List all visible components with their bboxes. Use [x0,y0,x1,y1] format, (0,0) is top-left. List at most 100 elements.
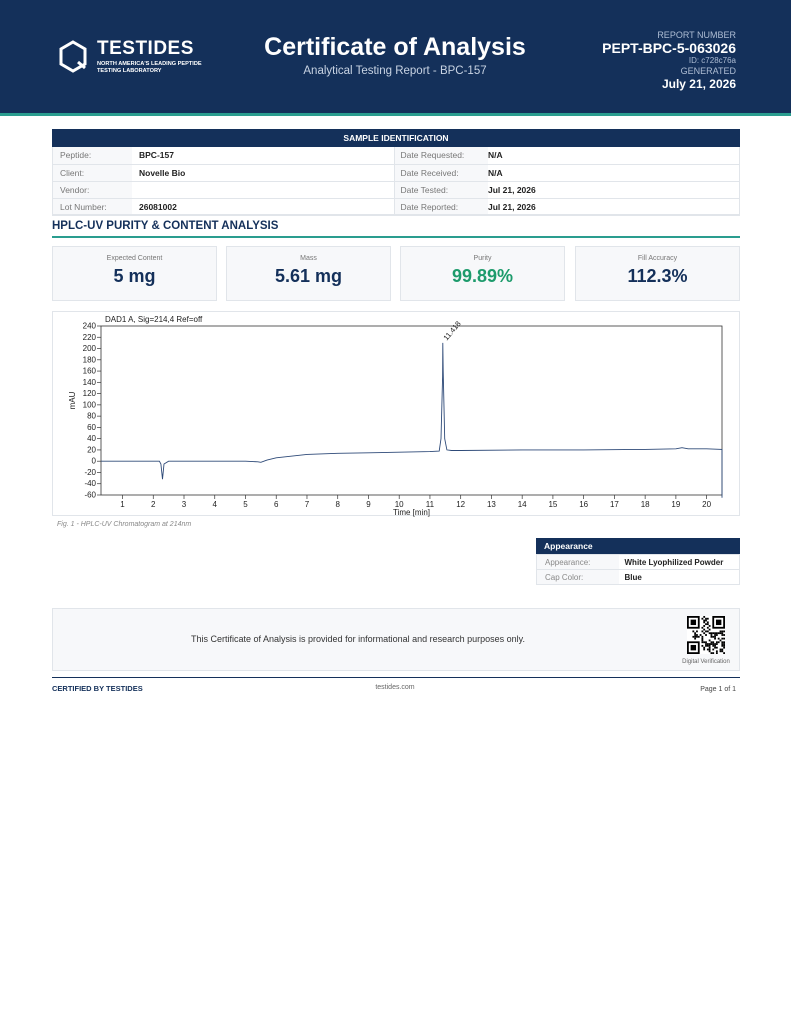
fill-accuracy-card: Fill Accuracy 112.3% [575,246,740,301]
y-tick-label: 0 [92,457,97,466]
y-axis-label: mAU [68,391,77,409]
y-tick-label: 140 [83,378,97,387]
x-tick-label: 7 [305,500,310,509]
card-label: Purity [473,255,492,262]
y-tick-label: 160 [83,367,97,376]
appearance-label: Appearance: [536,554,619,570]
date-requested-label: Date Requested: [394,147,488,165]
chromatogram-trace [101,342,723,498]
report-id: ID: c728c76a [688,56,736,65]
chromatogram-panel: 240 220 200 180 160 140 120 100 80 60 40 20 0 -20 -40-… [52,311,740,517]
hplc-section-title: HPLC-UV PURITY & CONTENT ANALYSIS [52,220,279,232]
expected-content-card: Expected Content 5 mg [52,246,217,301]
disclaimer-text: This Certificate of Analysis is provided… [191,634,525,644]
page-subtitle: Analytical Testing Report - BPC-157 [303,65,487,77]
x-tick-label: 14 [518,500,527,509]
x-tick-label: 18 [641,500,650,509]
disclaimer-box: This Certificate of Analysis is provided… [52,608,740,671]
y-tick-label: 40 [87,434,96,443]
x-tick-label: 8 [335,500,340,509]
card-value: 5.61 mg [274,266,343,286]
x-tick-label: 15 [548,500,557,509]
y-tick-label: 180 [83,355,97,364]
report-number-label: REPORT NUMBER [657,30,736,40]
y-tick-label: 80 [87,412,96,421]
purity-card: Purity 99.89% [400,246,565,301]
page-title: Certificate of Analysis [264,33,526,61]
chromatogram-chart: 240220200180160140120100806040200-20-40-… [68,315,723,517]
cap-color-label: Cap Color: [536,569,619,585]
generated-date: July 21, 2026 [661,77,736,91]
date-requested-value: N/A [488,147,740,165]
x-tick-label: 16 [579,500,588,509]
lot-number-label: Lot Number: [52,198,132,216]
sample-identification-table: Peptide: BPC-157 Date Requested: N/A Cli… [52,147,740,216]
x-tick-label: 12 [456,500,465,509]
client-value: Novelle Bio [132,164,395,182]
card-label: Expected Content [106,255,163,262]
x-tick-label: 20 [702,500,711,509]
table-row: Client: Novelle Bio Date Received: N/A [52,164,740,182]
hplc-section-rule [52,236,740,238]
table-row: Vendor: Date Tested: Jul 21, 2026 [52,181,740,199]
cap-color-value: Blue [618,569,740,585]
plot-frame [100,325,723,496]
chart-title: DAD1 A, Sig=214,4 Ref=off [105,315,203,324]
date-received-label: Date Received: [394,164,488,182]
appearance-table: Appearance: White Lyophilized Powder Cap… [536,554,740,585]
vendor-value [132,181,395,199]
peptide-label: Peptide: [52,147,132,165]
report-number: PEPT-BPC-5-063026 [602,40,736,56]
footer-website-link[interactable]: testides.com [350,684,440,691]
x-tick-label: 13 [487,500,496,509]
peak-label: 11.418 [441,319,462,342]
x-tick-label: 4 [213,500,218,509]
date-received-value: N/A [488,164,740,182]
date-tested-value: Jul 21, 2026 [488,181,740,199]
x-tick-label: 17 [610,500,619,509]
y-tick-label: 240 [83,322,97,331]
generated-label: GENERATED [680,66,736,76]
sample-identification-heading: SAMPLE IDENTIFICATION [52,129,740,147]
footer-certified: CERTIFIED BY TESTIDES [52,684,143,693]
x-tick-label: 9 [366,500,371,509]
qr-code-icon[interactable] [687,616,725,654]
y-tick-label: 100 [83,400,97,409]
lot-number-value: 26081002 [132,198,395,216]
y-tick-label: 60 [87,423,96,432]
y-tick-label: -20 [84,468,96,477]
card-value: 5 mg [113,266,156,286]
footer-page-number: Page 1 of 1 [700,686,736,693]
date-reported-label: Date Reported: [394,198,488,216]
y-tick-label: 220 [83,333,97,342]
x-tick-label: 3 [182,500,187,509]
appearance-heading: Appearance [536,538,740,554]
y-tick-label: 120 [83,389,97,398]
y-tick-label: 200 [83,344,97,353]
table-row: Peptide: BPC-157 Date Requested: N/A [52,147,740,165]
x-tick-label: 5 [243,500,248,509]
date-reported-value: Jul 21, 2026 [488,198,740,216]
table-row: Cap Color: Blue [536,569,740,585]
figure-caption: Fig. 1 - HPLC-UV Chromatogram at 214nm [57,521,192,528]
card-label: Fill Accuracy [637,255,678,262]
x-tick-label: 19 [671,500,680,509]
report-header: TESTIDES NORTH AMERICA'S LEADING PEPTIDE… [0,0,791,113]
footer-rule [52,677,740,678]
x-axis-label: Time [min] [393,508,430,517]
x-tick-label: 2 [151,500,156,509]
client-label: Client: [52,164,132,182]
date-tested-label: Date Tested: [394,181,488,199]
y-tick-label: -60 [84,491,96,500]
table-row: Lot Number: 26081002 Date Reported: Jul … [52,198,740,216]
mass-card: Mass 5.61 mg [226,246,391,301]
card-value: 112.3% [627,266,688,286]
y-tick-label: -40 [84,479,96,488]
x-tick-label: 6 [274,500,279,509]
table-row: Appearance: White Lyophilized Powder [536,554,740,570]
card-value: 99.89% [451,266,514,286]
testides-logo-icon [59,40,87,73]
card-label: Mass [300,255,317,262]
qr-caption: Digital Verification [682,659,730,665]
header-accent-stripe [0,113,791,116]
